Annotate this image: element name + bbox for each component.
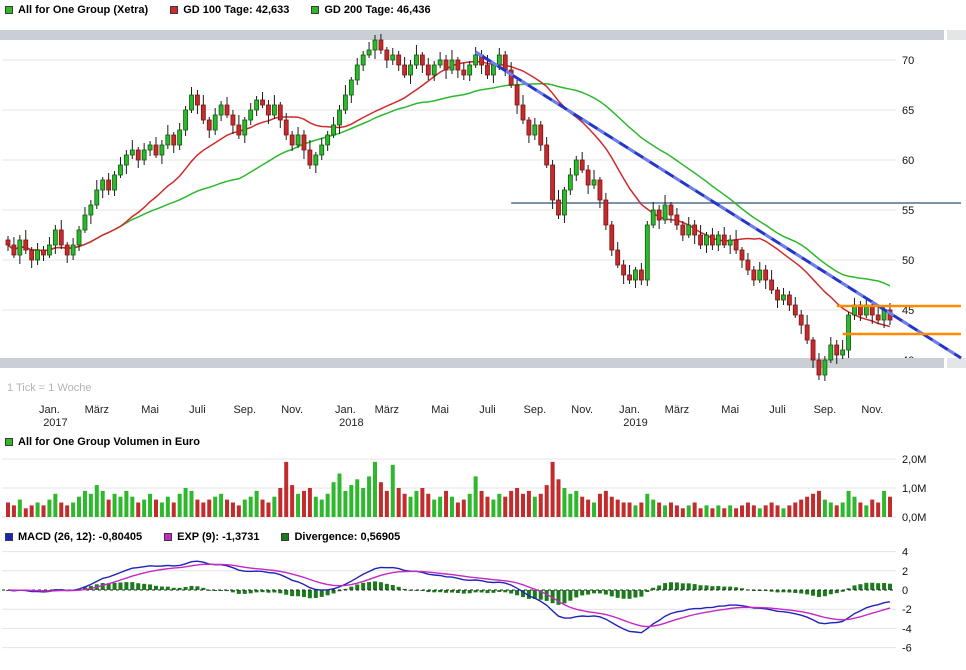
svg-text:0: 0 (902, 585, 908, 597)
divergence-swatch-icon (281, 532, 290, 541)
svg-text:-4: -4 (902, 623, 912, 635)
svg-text:50: 50 (902, 255, 914, 267)
svg-text:Nov.: Nov. (571, 404, 593, 416)
svg-text:2017: 2017 (43, 417, 67, 429)
volume-chart-canvas: 0,0M 1,0M 2,0M (2, 454, 926, 524)
tick-interval-note: 1 Tick = 1 Woche (7, 382, 92, 394)
svg-text:Juli: Juli (189, 404, 206, 416)
svg-text:Nov.: Nov. (281, 404, 303, 416)
svg-text:Juli: Juli (479, 404, 496, 416)
svg-text:März: März (85, 404, 109, 416)
exp-legend-item: EXP (9): -1,3731 (164, 531, 259, 543)
svg-text:2,0M: 2,0M (902, 454, 926, 466)
stock-chart-panel: All for One Group (Xetra) GD 100 Tage: 4… (0, 0, 966, 670)
svg-text:1,0M: 1,0M (902, 483, 926, 495)
exp-label: EXP (9): -1,3731 (177, 530, 260, 543)
divergence-label: Divergence: 0,56905 (294, 530, 401, 543)
price-series-legend-item: All for One Group (Xetra) (5, 4, 148, 16)
price-chart-canvas: 40455055606570Jan.2017MärzMaiJuliSep.Nov… (0, 30, 966, 429)
svg-text:55: 55 (902, 205, 914, 217)
volume-label: All for One Group Volumen in Euro (18, 435, 200, 448)
svg-text:März: März (665, 404, 689, 416)
svg-text:Sep.: Sep. (524, 404, 547, 416)
volume-swatch-icon (5, 437, 13, 446)
svg-text:2: 2 (902, 566, 908, 578)
gd200-swatch-icon (311, 5, 320, 14)
divergence-legend-item: Divergence: 0,56905 (281, 531, 400, 543)
svg-text:2018: 2018 (339, 417, 363, 429)
volume-series-legend-item: All for One Group Volumen in Euro (5, 436, 200, 448)
svg-text:Sep.: Sep. (814, 404, 837, 416)
exp-swatch-icon (164, 532, 173, 541)
macd-chart-canvas: 4 2 0 -2 -4 -6 (2, 547, 912, 655)
svg-text:60: 60 (902, 155, 914, 167)
macd-legend: MACD (26, 12): -0,80405 EXP (9): -1,3731… (0, 527, 966, 545)
volume-legend: All for One Group Volumen in Euro (0, 434, 966, 449)
svg-text:Mai: Mai (431, 404, 449, 416)
svg-text:Mai: Mai (141, 404, 159, 416)
price-series-label: All for One Group (Xetra) (18, 3, 149, 16)
svg-text:-2: -2 (902, 604, 912, 616)
svg-text:4: 4 (902, 547, 908, 559)
price-series-swatch-icon (5, 5, 13, 14)
svg-text:0,0M: 0,0M (902, 512, 926, 524)
svg-text:65: 65 (902, 105, 914, 117)
gd100-swatch-icon (170, 5, 179, 14)
svg-text:Mai: Mai (721, 404, 739, 416)
svg-text:Jan.: Jan. (619, 404, 640, 416)
macd-label: MACD (26, 12): -0,80405 (18, 530, 143, 543)
svg-text:März: März (375, 404, 399, 416)
svg-text:Jan.: Jan. (335, 404, 356, 416)
gd200-legend-item: GD 200 Tage: 46,436 (311, 3, 431, 16)
macd-legend-item: MACD (26, 12): -0,80405 (5, 531, 142, 543)
svg-text:70: 70 (902, 55, 914, 67)
macd-swatch-icon (5, 532, 13, 541)
gd100-label: GD 100 Tage: 42,633 (183, 3, 290, 16)
svg-text:Sep.: Sep. (233, 404, 256, 416)
svg-text:2019: 2019 (623, 417, 647, 429)
svg-text:-6: -6 (902, 643, 912, 655)
gd100-legend-item: GD 100 Tage: 42,633 (170, 4, 289, 16)
gd200-label: GD 200 Tage: 46,436 (324, 3, 431, 16)
svg-text:Nov.: Nov. (861, 404, 883, 416)
price-legend: All for One Group (Xetra) GD 100 Tage: 4… (0, 0, 966, 18)
svg-text:Juli: Juli (769, 404, 786, 416)
svg-text:Jan.: Jan. (39, 404, 60, 416)
